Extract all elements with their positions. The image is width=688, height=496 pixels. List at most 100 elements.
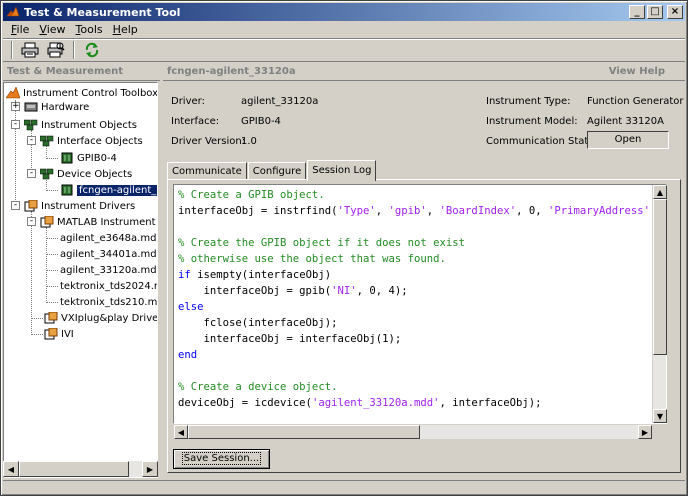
tree-line [46,270,58,271]
tree-node-hardware[interactable]: Hardware [24,100,89,114]
tree-node-driver-file[interactable]: agilent_34401a.mdd [60,247,157,261]
refresh-button[interactable] [81,40,103,60]
scroll-up-arrow-icon[interactable]: ▲ [653,185,667,199]
code-line: interfaceObj = instrfind('Type', 'gpib',… [178,203,650,219]
interface-label: Interface: [171,116,220,127]
code-token: , 0, 4); [356,285,408,297]
print-button[interactable] [19,40,41,60]
tree-node-fcngen-agilent[interactable]: fcngen-agilent_33120a [60,183,157,197]
tree-node-instrument-drivers[interactable]: Instrument Drivers [24,199,135,213]
collapse-toggle[interactable]: - [27,169,36,178]
code-line: % Create a device object. [178,379,337,395]
comm-status-button[interactable]: Open [587,131,669,149]
tree-node-driver-file[interactable]: agilent_33120a.mdd [60,263,157,277]
code-line: % otherwise use the object that was foun… [178,251,446,267]
tab-strip: Communicate Configure Session Log [167,160,377,181]
toolbox-icon [6,87,20,99]
toolbar-grip [11,41,13,59]
driver-folder-icon [40,216,54,228]
panel-splitter[interactable] [160,63,163,479]
tree-line [46,302,58,303]
save-session-button[interactable]: Save Session... [173,449,270,469]
driver-folder-icon [44,312,58,324]
code-token: , 0, [516,205,548,217]
scrollbar-thumb[interactable] [653,199,667,355]
scroll-right-arrow-icon[interactable]: ▶ [142,461,158,477]
tree-node-driver-file[interactable]: agilent_e3648a.mdd [60,231,157,245]
driver-folder-icon [24,200,38,212]
tree-node-ivi[interactable]: IVI [44,327,74,341]
tree-node-driver-file[interactable]: tektronix_tds2024.mdd [60,279,157,293]
collapse-toggle[interactable]: - [11,201,20,210]
navigation-tree[interactable]: Instrument Control Toolbox + Hardware - … [3,82,158,478]
session-log-editor[interactable]: % Create a GPIB object. interfaceObj = in… [173,184,667,424]
tree-node-interface-objects[interactable]: Interface Objects [40,134,143,148]
tree-node-driver-file[interactable]: tektronix_tds210.mdd [60,295,158,309]
code-horizontal-scrollbar[interactable]: ◀ ▶ [174,425,652,439]
expand-toggle[interactable]: + [11,102,20,111]
tree-line [46,158,58,159]
gpib-icon [61,152,73,164]
tree-node-matlab-drivers[interactable]: MATLAB Instrument Drivers [40,215,157,229]
tree-line [31,334,43,335]
collapse-toggle[interactable]: - [27,136,36,145]
code-token: 'agilent_33120a.mdd' [311,397,440,409]
menu-view-rest: iew [46,23,66,36]
code-vertical-scrollbar[interactable]: ▲ ▼ [652,185,667,423]
device-icon [61,184,73,196]
title-bar[interactable]: Test & Measurement Tool _ □ × [3,3,685,21]
print-preview-icon [47,42,65,58]
print-icon [21,42,39,58]
tab-session-log[interactable]: Session Log [307,160,377,181]
tree-line [46,254,58,255]
instrument-type-value: Function Generator [587,96,684,107]
menu-file[interactable]: File [7,23,35,36]
tree-horizontal-scrollbar[interactable]: ◀ ▶ [3,461,158,477]
close-button[interactable]: × [667,5,683,19]
scroll-left-arrow-icon[interactable]: ◀ [174,425,188,439]
menu-view[interactable]: View [35,23,71,36]
matlab-logo-icon [6,5,20,19]
scroll-right-arrow-icon[interactable]: ▶ [638,425,652,439]
code-line: % Create the GPIB object if it does not … [178,235,465,251]
menu-help-accel: H [112,23,121,36]
code-token: , [426,205,440,217]
code-line: % Create a GPIB object. [178,187,325,203]
tree-node-toolbox[interactable]: Instrument Control Toolbox [6,86,157,100]
tree-line [46,190,58,191]
scrollbar-thumb[interactable] [19,461,129,477]
code-token: 'BoardIndex' [439,205,517,217]
driver-version-value: 1.0 [241,136,257,147]
tree-node-instrument-objects[interactable]: Instrument Objects [24,118,137,132]
minimize-button[interactable]: _ [629,5,645,19]
tree-label: Device Objects [57,168,133,180]
tree-line [46,238,58,239]
scrollbar-track[interactable] [129,461,142,477]
tree-node-device-objects[interactable]: Device Objects [40,167,132,181]
driver-label: Driver: [171,96,205,107]
code-line: if isempty(interfaceObj) [178,267,331,283]
scroll-left-arrow-icon[interactable]: ◀ [3,461,19,477]
code-token: 'PrimaryAddress' [547,205,651,217]
menu-bar: File View Tools Help [3,21,685,38]
code-line: deviceObj = icdevice('agilent_33120a.mdd… [178,395,542,411]
objects-icon [40,168,54,180]
menu-help[interactable]: Help [109,23,144,36]
scrollbar-thumb[interactable] [188,425,420,439]
scroll-down-arrow-icon[interactable]: ▼ [653,409,667,423]
code-token: 'gpib' [388,205,427,217]
maximize-button[interactable]: □ [647,5,663,19]
view-help-link[interactable]: View Help [609,66,665,77]
tree-node-gpib0-4[interactable]: GPIB0-4 [60,151,117,165]
tab-communicate[interactable]: Communicate [167,162,247,180]
tree-node-vxiplugplay[interactable]: VXIplug&play Drivers [44,311,157,325]
interface-value: GPIB0-4 [241,116,281,127]
tree-label: tektronix_tds2024.mdd [60,280,157,292]
collapse-toggle[interactable]: - [11,120,20,129]
tree-label: tektronix_tds210.mdd [60,296,158,308]
print-preview-button[interactable] [45,40,67,60]
menu-tools[interactable]: Tools [72,23,109,36]
tab-configure[interactable]: Configure [247,162,307,180]
collapse-toggle[interactable]: - [27,217,36,226]
code-token: , interfaceObj); [439,397,542,409]
